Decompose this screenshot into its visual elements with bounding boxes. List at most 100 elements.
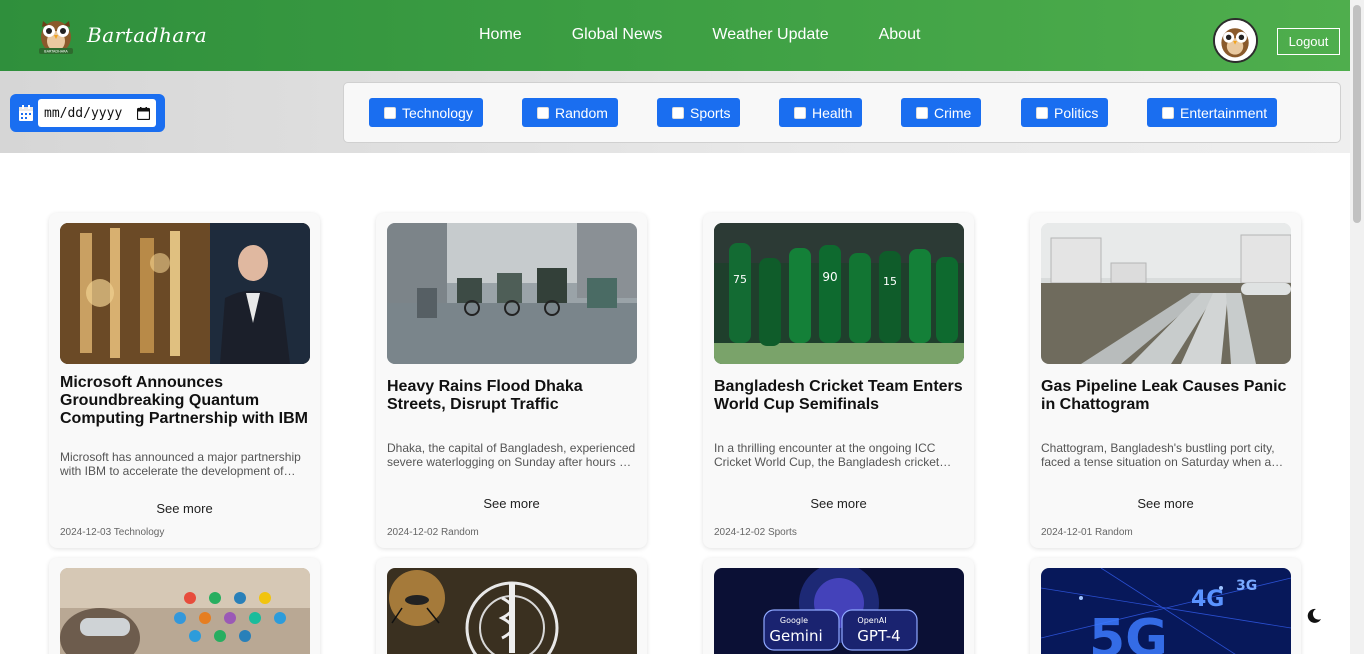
category-random[interactable]: Random — [522, 98, 618, 127]
image-text: Gemini — [769, 627, 822, 645]
calendar-icon — [19, 105, 33, 121]
gemini-gpt4-image: Google Gemini OpenAI GPT-4 — [714, 568, 964, 654]
checkbox-crime[interactable] — [916, 106, 928, 119]
news-image[interactable] — [60, 223, 310, 364]
news-card[interactable] — [376, 558, 647, 654]
news-date: 2024-12-01 — [1041, 527, 1093, 538]
category-label: Sports — [690, 104, 731, 121]
owl-logo-icon: BARTADHARA — [39, 21, 73, 54]
news-card[interactable]: 75 90 15 Bangladesh Cricket Team Enters … — [703, 213, 974, 548]
nav-weather-update[interactable]: Weather Update — [712, 26, 828, 44]
category-label: Crime — [934, 104, 972, 121]
svg-text:15: 15 — [883, 275, 897, 288]
svg-text:90: 90 — [822, 270, 837, 284]
see-more-link[interactable]: See more — [703, 496, 974, 511]
news-card[interactable]: Heavy Rains Flood Dhaka Streets, Disrupt… — [376, 213, 647, 548]
news-category: Random — [1094, 527, 1133, 538]
gas-pipeline-image — [1041, 223, 1291, 364]
category-label: Health — [812, 104, 853, 121]
filter-bar: mm/dd/yyyy Technology Random Sports Heal… — [0, 71, 1350, 153]
news-category: Technology — [113, 527, 165, 538]
news-date: 2024-12-02 — [387, 527, 439, 538]
cricket-team-image: 75 90 15 — [714, 223, 964, 364]
news-image[interactable] — [387, 223, 637, 364]
page-scrollbar[interactable] — [1350, 0, 1364, 654]
news-excerpt: Chattogram, Bangladesh's bustling port c… — [1041, 441, 1284, 469]
news-meta: 2024-12-01 Random — [1041, 527, 1133, 538]
see-more-link[interactable]: See more — [376, 496, 647, 511]
news-category: Sports — [767, 527, 797, 538]
date-picker-icon[interactable] — [137, 106, 150, 120]
news-date: 2024-12-02 — [714, 527, 766, 538]
news-meta: 2024-12-03 Technology — [60, 527, 164, 538]
checkbox-health[interactable] — [794, 106, 806, 119]
news-title[interactable]: Heavy Rains Flood Dhaka Streets, Disrupt… — [387, 378, 639, 414]
nav-about[interactable]: About — [879, 26, 921, 44]
checkbox-sports[interactable] — [672, 106, 684, 119]
see-more-link[interactable]: See more — [49, 501, 320, 516]
image-text: Google — [780, 616, 808, 625]
category-crime[interactable]: Crime — [901, 98, 982, 127]
logo-wordmark: BARTADHARA — [44, 50, 68, 54]
news-card[interactable]: Gas Pipeline Leak Causes Panic in Chatto… — [1030, 213, 1301, 548]
scrollbar-thumb[interactable] — [1353, 5, 1361, 223]
nav-home[interactable]: Home — [479, 26, 522, 44]
date-filter: mm/dd/yyyy — [10, 94, 165, 132]
news-card[interactable]: Google Gemini OpenAI GPT-4 — [703, 558, 974, 654]
checkbox-technology[interactable] — [384, 106, 396, 119]
news-excerpt: Microsoft has announced a major partners… — [60, 450, 301, 478]
category-health[interactable]: Health — [779, 98, 863, 127]
news-title[interactable]: Microsoft Announces Groundbreaking Quant… — [60, 374, 312, 428]
brand-name[interactable]: Bartadhara — [87, 23, 207, 47]
main-nav: Home Global News Weather Update About — [479, 26, 970, 44]
category-politics[interactable]: Politics — [1021, 98, 1109, 127]
news-image[interactable] — [60, 568, 310, 654]
checkbox-random[interactable] — [537, 106, 549, 119]
category-label: Politics — [1054, 104, 1099, 121]
category-sports[interactable]: Sports — [657, 98, 741, 127]
news-excerpt: In a thrilling encounter at the ongoing … — [714, 441, 952, 469]
news-excerpt: Dhaka, the capital of Bangladesh, experi… — [387, 441, 636, 469]
date-placeholder: mm/dd/yyyy — [44, 105, 123, 121]
news-card[interactable]: 5G 4G 3G — [1030, 558, 1301, 654]
news-card[interactable]: Microsoft Announces Groundbreaking Quant… — [49, 213, 320, 548]
news-title[interactable]: Bangladesh Cricket Team Enters World Cup… — [714, 378, 966, 414]
news-date: 2024-12-03 — [60, 527, 112, 538]
category-label: Random — [555, 104, 608, 121]
5g-network-image: 5G 4G 3G — [1041, 568, 1291, 654]
news-image[interactable] — [1041, 223, 1291, 364]
logout-button[interactable]: Logout — [1277, 28, 1340, 55]
news-title[interactable]: Gas Pipeline Leak Causes Panic in Chatto… — [1041, 378, 1293, 414]
image-text: 3G — [1236, 578, 1257, 594]
news-image[interactable]: 5G 4G 3G — [1041, 568, 1291, 654]
owl-avatar-icon — [1215, 20, 1256, 61]
checkbox-politics[interactable] — [1036, 106, 1048, 119]
image-text: 5G — [1089, 609, 1168, 654]
checkbox-entertainment[interactable] — [1162, 106, 1174, 119]
news-meta: 2024-12-02 Sports — [714, 527, 797, 538]
nav-global-news[interactable]: Global News — [572, 26, 663, 44]
category-label: Technology — [402, 104, 473, 121]
category-label: Entertainment — [1180, 104, 1268, 121]
category-entertainment[interactable]: Entertainment — [1147, 98, 1278, 127]
image-text: GPT-4 — [857, 627, 900, 645]
news-image[interactable]: 75 90 15 — [714, 223, 964, 364]
image-text: 4G — [1191, 587, 1224, 612]
user-avatar[interactable] — [1213, 18, 1258, 63]
news-image[interactable] — [387, 568, 637, 654]
category-panel: Technology Random Sports Health Crime Po… — [343, 82, 1341, 143]
moon-icon[interactable] — [1306, 608, 1322, 624]
news-image[interactable]: Google Gemini OpenAI GPT-4 — [714, 568, 964, 654]
svg-text:75: 75 — [733, 273, 747, 286]
vision-pro-image — [60, 568, 310, 654]
flooded-street-image — [387, 223, 637, 364]
see-more-link[interactable]: See more — [1030, 496, 1301, 511]
site-header: BARTADHARA Bartadhara Home Global News W… — [0, 0, 1350, 71]
news-meta: 2024-12-02 Random — [387, 527, 479, 538]
category-technology[interactable]: Technology — [369, 98, 483, 127]
news-category: Random — [440, 527, 479, 538]
who-mosquito-image — [387, 568, 637, 654]
brand[interactable]: BARTADHARA Bartadhara — [37, 15, 207, 55]
date-input[interactable]: mm/dd/yyyy — [38, 99, 156, 127]
news-card[interactable] — [49, 558, 320, 654]
